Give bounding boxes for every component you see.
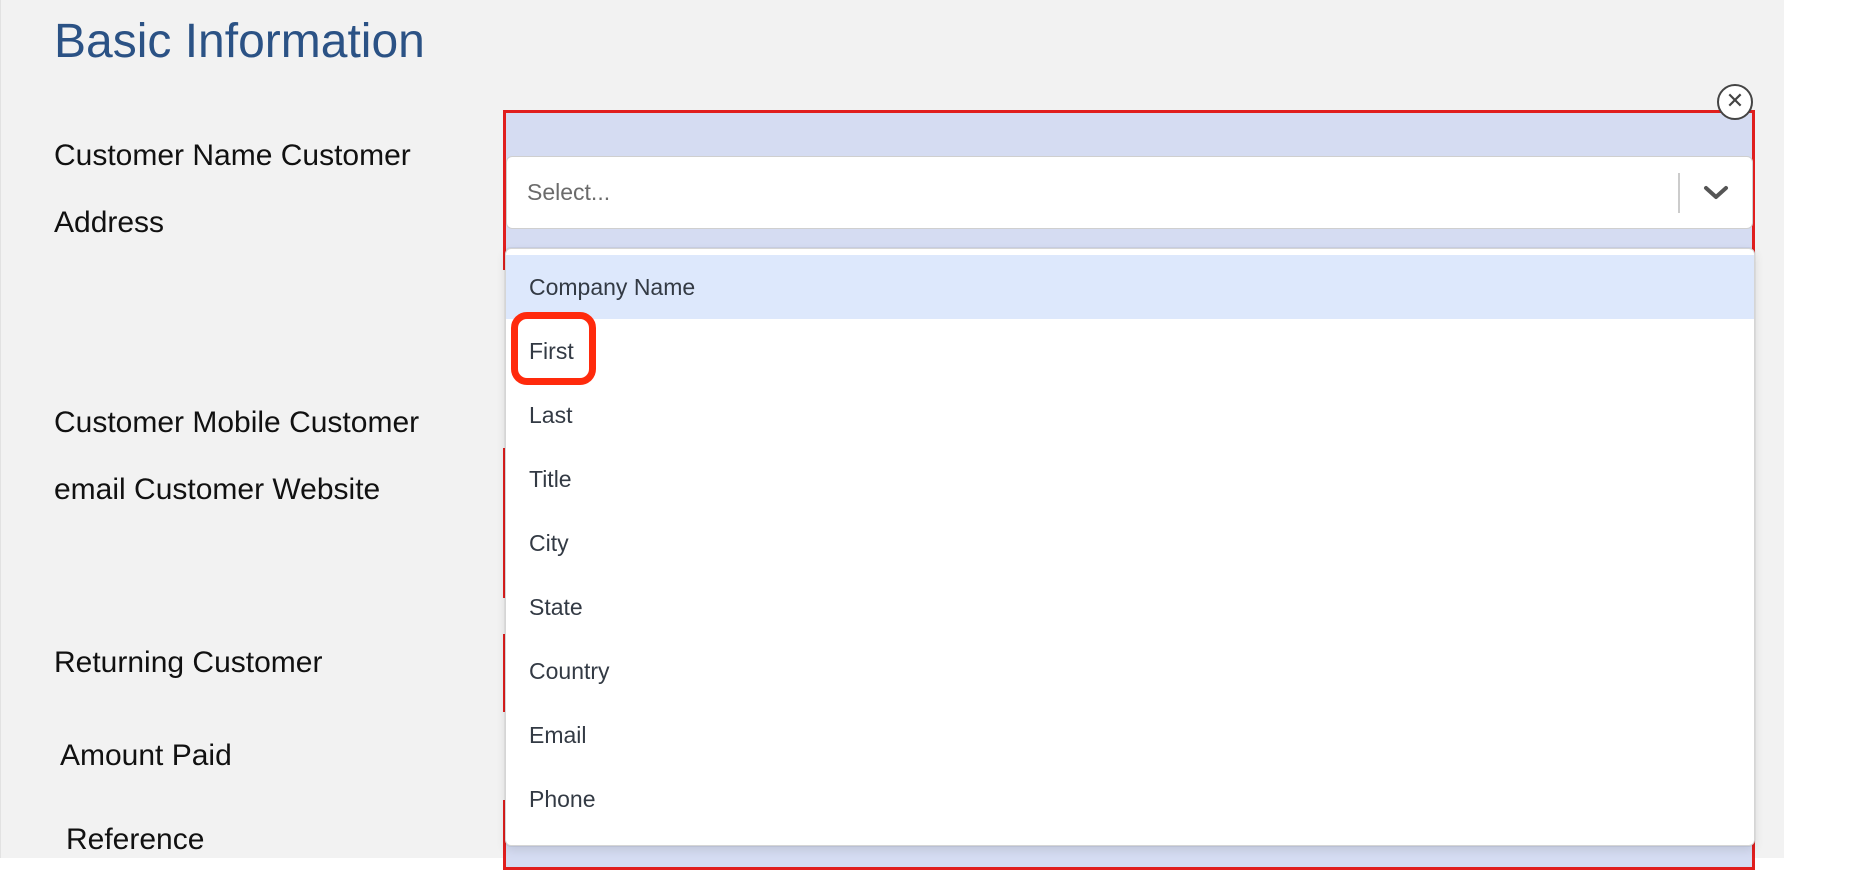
select-option-email[interactable]: Email	[506, 703, 1754, 767]
returning-customer-label: Returning Customer	[54, 646, 323, 679]
amount-paid-label: Amount Paid	[60, 739, 232, 772]
dropdown-indicator[interactable]	[1680, 157, 1752, 228]
select-option-phone[interactable]: Phone	[506, 767, 1754, 831]
clear-field-button[interactable]: ✕	[1717, 84, 1753, 120]
section-title: Basic Information	[54, 15, 425, 68]
select-menu: Company Name First Last Title City State…	[505, 248, 1755, 846]
select-option-first[interactable]: First	[506, 319, 1754, 383]
page-gutter	[1784, 0, 1850, 858]
select-placeholder: Select...	[527, 179, 611, 205]
select-option-state[interactable]: State	[506, 575, 1754, 639]
customer-contact-label: Customer Mobile Customer email Customer …	[54, 406, 420, 506]
chevron-down-icon	[1704, 185, 1728, 199]
column-select[interactable]: Select...	[506, 156, 1753, 229]
close-circle-icon: ✕	[1725, 89, 1745, 114]
select-option-last[interactable]: Last	[506, 383, 1754, 447]
select-option-country[interactable]: Country	[506, 639, 1754, 703]
reference-label: Reference	[66, 823, 205, 856]
select-option-city[interactable]: City	[506, 511, 1754, 575]
select-option-company-name[interactable]: Company Name	[506, 255, 1754, 319]
customer-name-address-label: Customer Name Customer Address	[54, 139, 411, 239]
select-option-title[interactable]: Title	[506, 447, 1754, 511]
